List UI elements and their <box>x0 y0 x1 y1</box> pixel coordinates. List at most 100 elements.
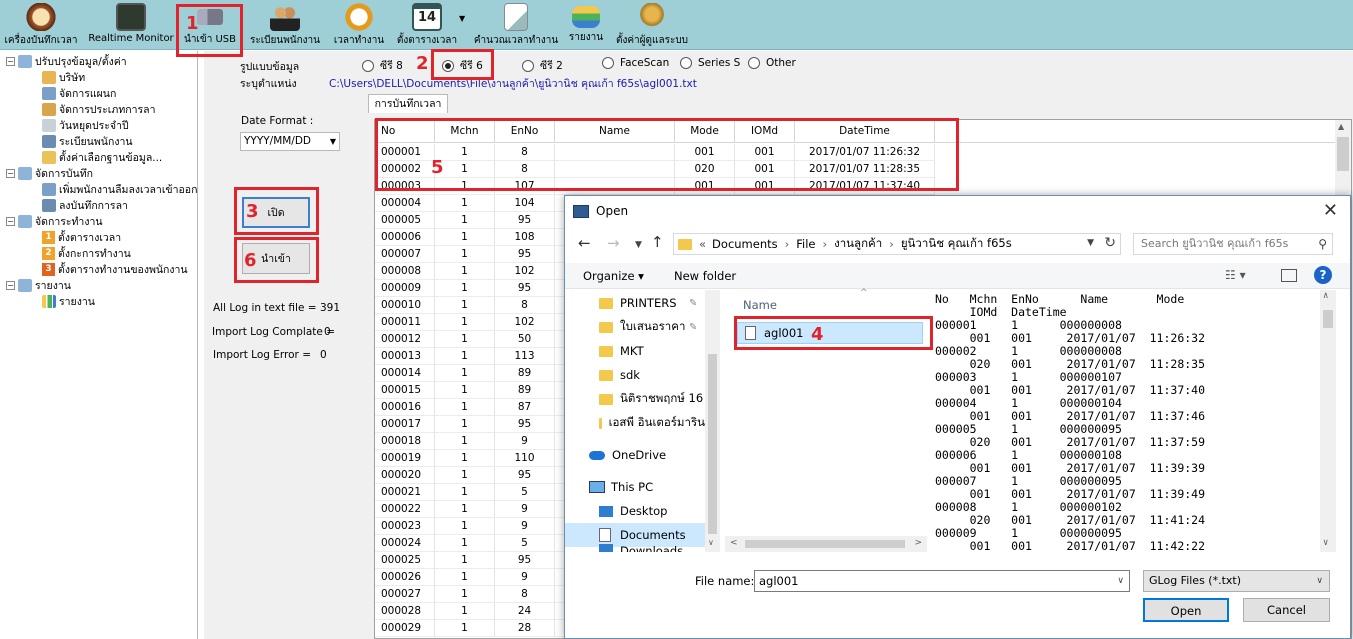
radio-other[interactable]: Other <box>748 57 796 69</box>
tree-group-shifts[interactable]: − จัดการะทำงาน <box>6 213 103 229</box>
nav-item-mkt[interactable]: MKT <box>565 339 705 363</box>
scroll-left-icon[interactable]: < <box>730 538 738 548</box>
toolbar-employees-button[interactable]: ระเบียนพนักงาน <box>246 0 324 48</box>
tree-item-employee-record[interactable]: ระเบียนพนักงาน <box>42 133 133 149</box>
nav-item-this-pc[interactable]: This PC <box>565 475 705 499</box>
tree-item-company[interactable]: บริษัท <box>42 69 85 85</box>
radio-button-icon[interactable] <box>522 59 534 72</box>
table-row[interactable]: 000001 1 8 001 001 2017/01/07 11:26:32 <box>375 144 935 161</box>
nav-item-nitirat[interactable]: นิติราชพฤกษ์ 16 <box>565 387 705 411</box>
tree-item-leave-type[interactable]: จัดการประเภทการลา <box>42 101 155 117</box>
close-icon[interactable]: ✕ <box>1323 200 1338 221</box>
col-mode[interactable]: Mode <box>675 120 735 143</box>
breadcrumb-documents[interactable]: Documents <box>712 237 778 251</box>
file-item-agl001[interactable]: agl001 <box>737 322 923 344</box>
tree-group-report[interactable]: − รายงาน <box>6 277 71 293</box>
toolbar-calculate-button[interactable]: คำนวณเวลาทำงาน <box>472 0 560 48</box>
preview-scroll-thumb[interactable] <box>1323 310 1333 328</box>
tree-item-database[interactable]: ตั้งค่าเลือกฐานข้อมูล... <box>42 149 162 165</box>
new-folder-button[interactable]: New folder <box>674 269 736 283</box>
forward-arrow-icon[interactable]: → <box>607 234 620 252</box>
toolbar-realtime-button[interactable]: Realtime Monitor <box>86 0 176 48</box>
tree-group-settings[interactable]: − ปรับปรุงข้อมูล/ตั้งค่า <box>6 53 127 69</box>
toolbar-schedule-button[interactable]: 14 ตั้งตารางเวลา <box>392 0 462 48</box>
file-scroll-thumb[interactable] <box>745 540 905 548</box>
chevron-down-icon[interactable]: ∨ <box>1117 571 1124 591</box>
col-mchn[interactable]: Mchn <box>435 120 495 143</box>
radio-facescan[interactable]: FaceScan <box>602 57 669 69</box>
radio-button-icon[interactable] <box>680 57 692 69</box>
tree-item-add-missing-log[interactable]: เพิ่มพนักงานลืมลงเวลาเข้าออก <box>42 181 197 197</box>
tree-item-report[interactable]: รายงาน <box>42 293 95 309</box>
scroll-up-icon[interactable]: ▲ <box>1338 122 1344 131</box>
tree-item-leave-record[interactable]: ลงบันทึกการลา <box>42 197 128 213</box>
recent-dropdown-icon[interactable]: ▼ <box>635 240 642 250</box>
toolbar-report-button[interactable]: รายงาน <box>564 0 608 48</box>
tree-item-holiday[interactable]: วันหยุดประจำปี <box>42 117 129 133</box>
table-row[interactable]: 000003 1 107 001 001 2017/01/07 11:37:40 <box>375 178 935 195</box>
radio-button-icon[interactable] <box>748 57 760 69</box>
nav-item-downloads[interactable]: Downloads <box>565 544 705 552</box>
col-datetime[interactable]: DateTime <box>795 120 935 143</box>
organize-button[interactable]: Organize ▾ <box>583 269 644 283</box>
name-column-header[interactable]: Name <box>743 298 777 312</box>
table-row[interactable]: 000002 1 8 020 001 2017/01/07 11:28:35 <box>375 161 935 178</box>
tab-time-record[interactable]: การบันทึกเวลา <box>368 94 448 113</box>
scroll-up-icon[interactable]: ∧ <box>1323 291 1328 301</box>
back-arrow-icon[interactable]: ← <box>578 234 591 252</box>
preview-scrollbar[interactable]: ∧ ∨ <box>1320 290 1336 552</box>
breadcrumb-folder[interactable]: ยูนิวานิช คุณเก้า f65s <box>901 235 1012 253</box>
tree-item-employee-schedule[interactable]: 3 ตั้งตารางทำงานของพนักงาน <box>42 261 188 277</box>
nav-item-desktop[interactable]: Desktop <box>565 499 705 523</box>
radio-button-icon[interactable] <box>362 59 374 72</box>
file-name-input[interactable]: agl001 ∨ <box>754 570 1130 592</box>
address-bar[interactable]: « Documents › File › งานลูกค้า › ยูนิวาน… <box>673 233 1121 255</box>
help-icon[interactable]: ? <box>1314 266 1332 284</box>
toolbar-admin-button[interactable]: ตั้งค่าผู้ดูแลระบบ <box>612 0 692 48</box>
radio-button-selected-icon[interactable] <box>442 59 454 72</box>
tree-item-department[interactable]: จัดการแผนก <box>42 85 116 101</box>
tree-group-records[interactable]: − จัดการบันทึก <box>6 165 93 181</box>
radio-series-8[interactable]: ซีรี 8 <box>362 57 403 74</box>
up-arrow-icon[interactable]: ↑ <box>651 233 664 251</box>
date-format-select[interactable]: YYYY/MM/DD ▼ <box>240 132 340 151</box>
col-iomd[interactable]: IOMd <box>735 120 795 143</box>
col-no[interactable]: No <box>375 120 435 143</box>
nav-item-printers[interactable]: PRINTERS ✎ <box>565 291 705 315</box>
col-name[interactable]: Name <box>555 120 675 143</box>
file-hscrollbar[interactable]: < > <box>725 536 927 552</box>
search-input[interactable]: Search ยูนิวานิช คุณเก้า f65s ⚲ <box>1133 233 1333 255</box>
radio-series-s[interactable]: Series S <box>680 57 740 69</box>
radio-series-2[interactable]: ซีรี 2 <box>522 57 563 74</box>
nav-item-sp-intermarine[interactable]: เอสพี อินเตอร์มาริน <box>565 411 705 435</box>
toolbar-clock-button[interactable]: เครื่องบันทึกเวลา <box>0 0 82 48</box>
dialog-cancel-button[interactable]: Cancel <box>1243 598 1330 622</box>
nav-scrollbar[interactable]: ∨ <box>705 290 720 552</box>
chevron-down-icon[interactable]: ▼ <box>1087 238 1094 248</box>
breadcrumb-customer[interactable]: งานลูกค้า <box>834 235 882 253</box>
nav-item-quotation[interactable]: ใบเสนอราคา ✎ <box>565 315 705 339</box>
dialog-open-button[interactable]: Open <box>1143 598 1229 622</box>
radio-button-icon[interactable] <box>602 57 614 69</box>
collapse-icon[interactable]: − <box>6 216 15 226</box>
nav-item-sdk[interactable]: sdk <box>565 363 705 387</box>
nav-item-onedrive[interactable]: OneDrive <box>565 443 705 467</box>
scroll-down-icon[interactable]: ∨ <box>1323 538 1328 548</box>
tree-item-timetable[interactable]: 1 ตั้งตารางเวลา <box>42 229 121 245</box>
view-options-icon[interactable]: ☷ ▾ <box>1225 268 1246 282</box>
refresh-icon[interactable]: ↻ <box>1104 235 1116 251</box>
toolbar-worktime-button[interactable]: เวลาทำงาน <box>330 0 388 48</box>
file-type-select[interactable]: GLog Files (*.txt) ∨ <box>1143 570 1330 592</box>
grid-scroll-thumb[interactable] <box>1337 137 1349 171</box>
preview-pane-icon[interactable] <box>1281 269 1297 282</box>
scroll-right-icon[interactable]: > <box>914 538 922 548</box>
nav-scroll-thumb[interactable] <box>708 354 717 534</box>
col-enno[interactable]: EnNo <box>495 120 555 143</box>
collapse-icon[interactable]: − <box>6 280 15 290</box>
breadcrumb-file[interactable]: File <box>796 237 815 251</box>
radio-series-6[interactable]: ซีรี 6 <box>442 57 483 74</box>
collapse-icon[interactable]: − <box>6 56 15 66</box>
chevron-down-icon[interactable]: ∨ <box>708 538 714 547</box>
tree-item-shift[interactable]: 2 ตั้งกะการทำงาน <box>42 245 131 261</box>
schedule-dropdown-arrow-icon[interactable]: ▼ <box>459 14 465 23</box>
